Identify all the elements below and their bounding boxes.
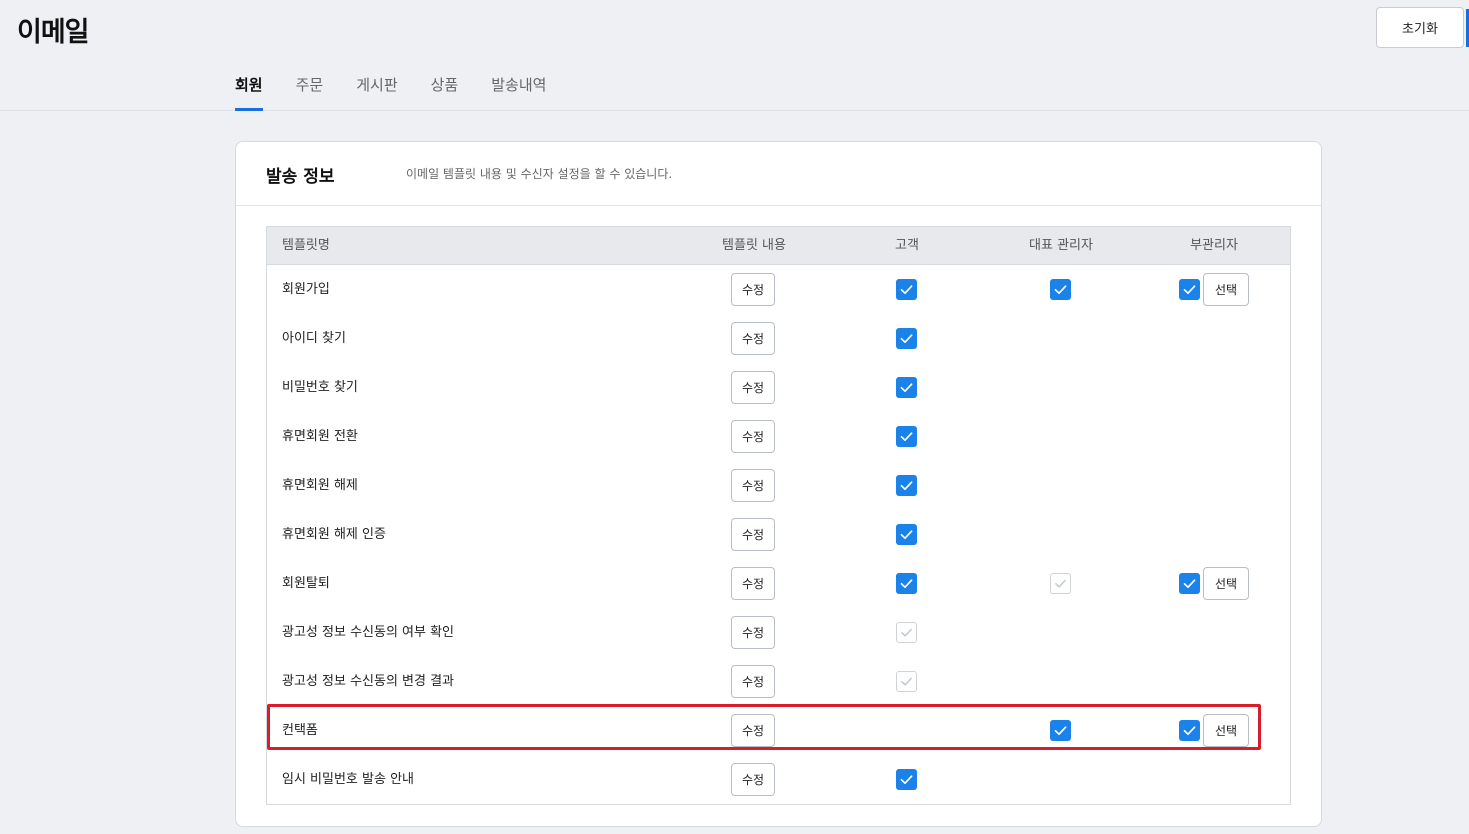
template-name: 회원탈퇴	[282, 576, 330, 591]
main-admin-checkbox[interactable]	[1050, 279, 1071, 300]
check-icon	[896, 524, 917, 545]
tab-3[interactable]: 상품	[431, 73, 459, 111]
check-icon	[896, 426, 917, 447]
template-table: 템플릿명 템플릿 내용 고객 대표 관리자 부관리자 회원가입 수정 선택 아이디 찾…	[266, 226, 1291, 805]
edit-button[interactable]: 수정	[731, 518, 775, 551]
main-admin-checkbox[interactable]	[1050, 720, 1071, 741]
table-row: 컨택폼 수정 선택	[267, 706, 1290, 755]
check-icon	[896, 279, 917, 300]
edit-button[interactable]: 수정	[731, 567, 775, 600]
column-header-main-admin: 대표 관리자	[1029, 238, 1093, 253]
template-name: 휴면회원 해제 인증	[282, 527, 386, 542]
tab-4[interactable]: 발송내역	[491, 73, 546, 111]
check-icon	[1179, 573, 1200, 594]
customer-checkbox[interactable]	[896, 279, 917, 300]
edit-button[interactable]: 수정	[731, 469, 775, 502]
sub-admin-checkbox[interactable]	[1179, 573, 1200, 594]
tab-bar: 회원 주문 게시판 상품 발송내역	[235, 73, 579, 111]
column-header-sub-admin: 부관리자	[1190, 238, 1238, 253]
column-header-customer: 고객	[895, 238, 919, 253]
check-icon	[1179, 720, 1200, 741]
check-icon	[1050, 720, 1071, 741]
edit-button[interactable]: 수정	[731, 420, 775, 453]
customer-checkbox[interactable]	[896, 573, 917, 594]
template-name: 회원가입	[282, 282, 330, 297]
template-name: 광고성 정보 수신동의 여부 확인	[282, 625, 455, 640]
select-sub-admin-button[interactable]: 선택	[1203, 273, 1249, 306]
customer-checkbox	[896, 671, 917, 692]
customer-checkbox[interactable]	[896, 377, 917, 398]
check-icon	[896, 377, 917, 398]
page-title: 이메일	[17, 17, 90, 48]
edit-button[interactable]: 수정	[731, 371, 775, 404]
check-icon	[1051, 574, 1070, 593]
check-icon	[896, 573, 917, 594]
table-row: 휴면회원 전환 수정	[267, 412, 1290, 461]
check-icon	[1050, 279, 1071, 300]
card-description: 이메일 템플릿 내용 및 수신자 설정을 할 수 있습니다.	[406, 167, 673, 181]
check-icon	[1179, 279, 1200, 300]
customer-checkbox[interactable]	[896, 524, 917, 545]
send-info-card: 발송 정보 이메일 템플릿 내용 및 수신자 설정을 할 수 있습니다. 템플릿…	[235, 141, 1322, 827]
customer-checkbox[interactable]	[896, 769, 917, 790]
reset-button[interactable]: 초기화	[1376, 7, 1464, 48]
tab-2[interactable]: 게시판	[356, 73, 397, 111]
table-row: 휴면회원 해제 수정	[267, 461, 1290, 510]
table-row: 광고성 정보 수신동의 여부 확인 수정	[267, 608, 1290, 657]
sub-admin-checkbox[interactable]	[1179, 720, 1200, 741]
table-row: 휴면회원 해제 인증 수정	[267, 510, 1290, 559]
top-bar: 이메일 초기화 회원 주문 게시판 상품 발송내역	[0, 0, 1469, 111]
card-title: 발송 정보	[266, 167, 335, 187]
edit-button[interactable]: 수정	[731, 322, 775, 355]
tab-1[interactable]: 주문	[296, 73, 324, 111]
card-header: 발송 정보 이메일 템플릿 내용 및 수신자 설정을 할 수 있습니다.	[236, 142, 1321, 206]
template-name: 휴면회원 전환	[282, 429, 358, 444]
check-icon	[896, 328, 917, 349]
check-icon	[896, 769, 917, 790]
customer-checkbox	[896, 622, 917, 643]
table-header: 템플릿명 템플릿 내용 고객 대표 관리자 부관리자	[267, 227, 1290, 265]
main-admin-checkbox	[1050, 573, 1071, 594]
table-row: 회원가입 수정 선택	[267, 265, 1290, 314]
select-sub-admin-button[interactable]: 선택	[1203, 714, 1249, 747]
customer-checkbox[interactable]	[896, 426, 917, 447]
table-row: 광고성 정보 수신동의 변경 결과 수정	[267, 657, 1290, 706]
edit-button[interactable]: 수정	[731, 665, 775, 698]
edit-button[interactable]: 수정	[731, 714, 775, 747]
template-name: 광고성 정보 수신동의 변경 결과	[282, 674, 455, 689]
table-row: 회원탈퇴 수정 선택	[267, 559, 1290, 608]
column-header-template-content: 템플릿 내용	[722, 238, 786, 253]
check-icon	[897, 623, 916, 642]
template-name: 컨택폼	[282, 723, 318, 738]
edit-button[interactable]: 수정	[731, 273, 775, 306]
check-icon	[897, 672, 916, 691]
template-name: 휴면회원 해제	[282, 478, 358, 493]
table-row: 임시 비밀번호 발송 안내 수정	[267, 755, 1290, 804]
select-sub-admin-button[interactable]: 선택	[1203, 567, 1249, 600]
table-row: 비밀번호 찾기 수정	[267, 363, 1290, 412]
edit-button[interactable]: 수정	[731, 616, 775, 649]
check-icon	[896, 475, 917, 496]
customer-checkbox[interactable]	[896, 328, 917, 349]
customer-checkbox[interactable]	[896, 475, 917, 496]
tab-0[interactable]: 회원	[235, 73, 263, 111]
template-name: 아이디 찾기	[282, 331, 346, 346]
edit-button[interactable]: 수정	[731, 763, 775, 796]
template-name: 비밀번호 찾기	[282, 380, 358, 395]
template-name: 임시 비밀번호 발송 안내	[282, 772, 414, 787]
sub-admin-checkbox[interactable]	[1179, 279, 1200, 300]
table-row: 아이디 찾기 수정	[267, 314, 1290, 363]
column-header-template-name: 템플릿명	[282, 238, 330, 253]
